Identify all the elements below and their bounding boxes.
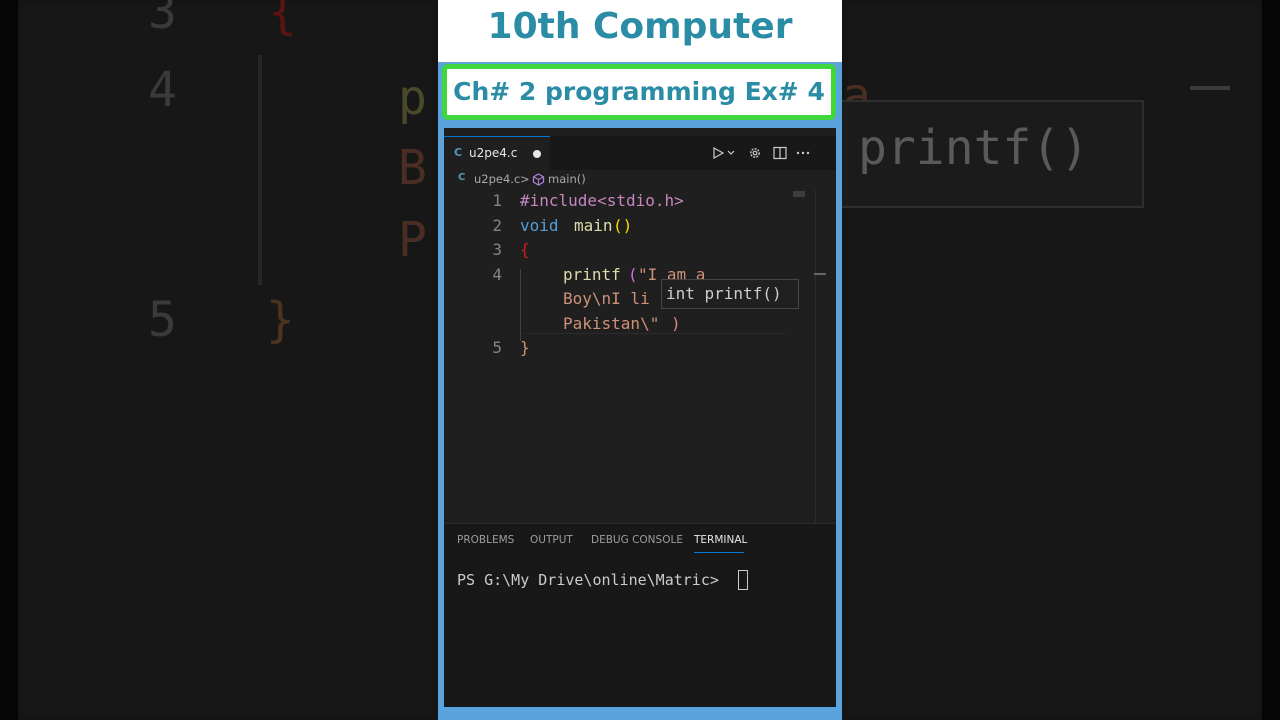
- c-file-icon: C: [454, 146, 463, 159]
- video-subtitle: Ch# 2 programming Ex# 4: [453, 77, 825, 106]
- line-number: 3: [492, 240, 502, 259]
- line-number: 5: [492, 338, 502, 357]
- hover-signature-tooltip: int printf(): [661, 279, 799, 309]
- tab-problems[interactable]: PROBLEMS: [457, 534, 514, 546]
- code-paren[interactable]: ): [671, 314, 681, 333]
- title-banner: 10th Computer: [438, 0, 842, 62]
- tab-output[interactable]: OUTPUT: [530, 534, 573, 546]
- breadcrumb-symbol[interactable]: main(): [548, 172, 586, 186]
- blurred-code-fragment: p: [398, 70, 427, 126]
- blurred-code-fragment: P: [398, 212, 427, 268]
- terminal-cursor: [738, 570, 748, 590]
- subtitle-banner: Ch# 2 programming Ex# 4: [442, 64, 836, 120]
- blurred-indent-guide: [258, 55, 262, 285]
- scrollbar-marker: [814, 273, 826, 275]
- breadcrumb-file[interactable]: u2pe4.c: [474, 172, 520, 186]
- code-string[interactable]: Pakistan\": [563, 314, 659, 333]
- blurred-hover-text: printf(): [858, 120, 1090, 176]
- blurred-left-panel: [18, 0, 438, 720]
- active-tab-indicator: [694, 552, 744, 553]
- video-title: 10th Computer: [487, 6, 793, 47]
- tab-filename: u2pe4.c: [469, 146, 518, 160]
- line-number: 4: [492, 265, 502, 284]
- code-paren[interactable]: (: [628, 265, 638, 284]
- line-number: 2: [492, 216, 502, 235]
- minimap[interactable]: [793, 191, 805, 197]
- bottom-panel: PROBLEMS OUTPUT DEBUG CONSOLE TERMINAL P…: [444, 523, 836, 707]
- code-open-brace[interactable]: {: [520, 240, 530, 259]
- blurred-line-number: 5: [148, 292, 177, 348]
- blurred-code-fragment: B: [398, 140, 427, 196]
- code-include-line[interactable]: #include<stdio.h>: [520, 191, 684, 210]
- code-string[interactable]: Boy\nI li: [563, 289, 650, 308]
- breadcrumb-separator: >: [520, 172, 530, 186]
- code-keyword-void[interactable]: void: [520, 216, 559, 235]
- symbol-method-icon: [532, 173, 545, 186]
- code-function-printf[interactable]: printf: [563, 265, 621, 284]
- split-editor-icon[interactable]: [773, 146, 787, 160]
- left-letterbox: [0, 0, 18, 720]
- blurred-line-number: 4: [148, 62, 177, 118]
- run-icon[interactable]: [712, 147, 724, 159]
- short-video-frame: 10th Computer Ch# 2 programming Ex# 4 C …: [438, 0, 842, 720]
- blurred-brace: {: [268, 0, 297, 40]
- indent-guide: [520, 269, 521, 341]
- blurred-brace: }: [266, 292, 295, 348]
- vertical-scrollbar[interactable]: [815, 190, 816, 523]
- unsaved-dot-icon[interactable]: [533, 150, 541, 158]
- code-close-brace[interactable]: }: [520, 338, 530, 357]
- tab-terminal[interactable]: TERMINAL: [694, 534, 747, 546]
- more-icon[interactable]: [796, 151, 810, 155]
- terminal-prompt[interactable]: PS G:\My Drive\online\Matric>: [457, 571, 728, 589]
- right-letterbox: [1262, 0, 1280, 720]
- line-number: 1: [492, 191, 502, 210]
- tab-debug-console[interactable]: DEBUG CONSOLE: [591, 534, 683, 546]
- c-file-icon: C: [458, 172, 466, 183]
- editor-tab-u2pe4[interactable]: C u2pe4.c: [444, 136, 550, 170]
- code-function-main[interactable]: main: [574, 216, 613, 235]
- blurred-scroll-mark: [1190, 86, 1230, 90]
- blurred-line-number: 3: [148, 0, 177, 40]
- current-line-highlight: [524, 333, 786, 334]
- gear-icon[interactable]: [748, 146, 762, 160]
- code-editor: C u2pe4.c C u2pe4.c > main() 1 2 3 4 5 #…: [444, 128, 836, 523]
- editor-tab-bar: C u2pe4.c: [444, 136, 836, 170]
- dropdown-chevron-icon[interactable]: [727, 150, 735, 156]
- code-parens[interactable]: (): [613, 216, 632, 235]
